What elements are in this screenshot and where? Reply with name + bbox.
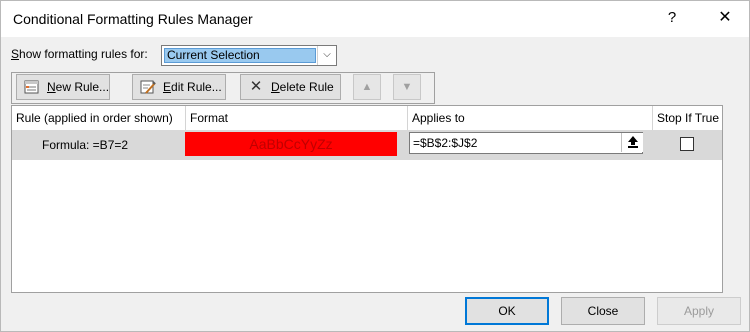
table-row[interactable]: Formula: =B7=2 AaBbCcYyZz =$B$2:$J$2 xyxy=(12,130,722,160)
arrow-up-icon: ▲ xyxy=(361,81,373,93)
stop-if-true-checkbox[interactable] xyxy=(680,137,694,151)
column-header-rule[interactable]: Rule (applied in order shown) xyxy=(12,106,186,130)
conditional-formatting-dialog: Conditional Formatting Rules Manager ? ✕… xyxy=(0,0,750,332)
ok-button[interactable]: OK xyxy=(465,297,549,325)
scope-dropdown[interactable]: Current Selection ⌵ xyxy=(161,45,337,66)
close-icon[interactable]: ✕ xyxy=(717,9,733,27)
edit-rule-button[interactable]: Edit Rule... xyxy=(132,74,226,100)
delete-rule-button[interactable]: ✕ Delete Rule xyxy=(240,74,341,100)
help-icon[interactable]: ? xyxy=(665,9,679,27)
delete-rule-text: elete Rule xyxy=(279,80,334,94)
arrow-down-icon: ▼ xyxy=(401,81,413,93)
new-rule-button[interactable]: New Rule... xyxy=(16,74,110,100)
edit-rule-accelerator: E xyxy=(163,80,172,94)
edit-rule-text: dit Rule... xyxy=(171,80,222,94)
chevron-down-icon[interactable]: ⌵ xyxy=(317,46,336,65)
new-rule-label: New Rule... xyxy=(47,75,109,99)
delete-icon: ✕ xyxy=(249,78,263,95)
dialog-title: Conditional Formatting Rules Manager xyxy=(13,11,253,27)
edit-rule-label: Edit Rule... xyxy=(163,75,222,99)
new-rule-text: ew Rule... xyxy=(55,80,110,94)
format-preview: AaBbCcYyZz xyxy=(185,132,397,156)
close-button[interactable]: Close xyxy=(561,297,645,325)
move-down-button[interactable]: ▼ xyxy=(393,74,421,100)
collapse-dialog-button[interactable] xyxy=(621,133,643,152)
scope-selected-value: Current Selection xyxy=(164,48,316,63)
new-rule-accelerator: N xyxy=(47,80,56,94)
scope-label-accelerator: S xyxy=(11,47,20,61)
apply-button[interactable]: Apply xyxy=(657,297,741,325)
edit-rule-icon xyxy=(140,79,156,95)
collapse-dialog-icon xyxy=(627,136,638,148)
scope-label: Show formatting rules for: xyxy=(11,47,148,61)
rules-table: Rule (applied in order shown) Format App… xyxy=(11,105,723,293)
scope-label-text: how formatting rules for: xyxy=(19,47,148,61)
column-header-format[interactable]: Format xyxy=(186,106,408,130)
move-up-button[interactable]: ▲ xyxy=(353,74,381,100)
applies-to-field[interactable]: =$B$2:$J$2 xyxy=(409,132,643,154)
column-header-stop-if-true[interactable]: Stop If True xyxy=(653,106,722,130)
new-rule-icon xyxy=(24,79,40,95)
delete-rule-accelerator: D xyxy=(271,80,280,94)
title-bar: Conditional Formatting Rules Manager ? ✕ xyxy=(1,1,749,37)
rule-description: Formula: =B7=2 xyxy=(42,138,129,152)
column-header-applies-to[interactable]: Applies to xyxy=(408,106,653,130)
delete-rule-label: Delete Rule xyxy=(271,75,334,99)
